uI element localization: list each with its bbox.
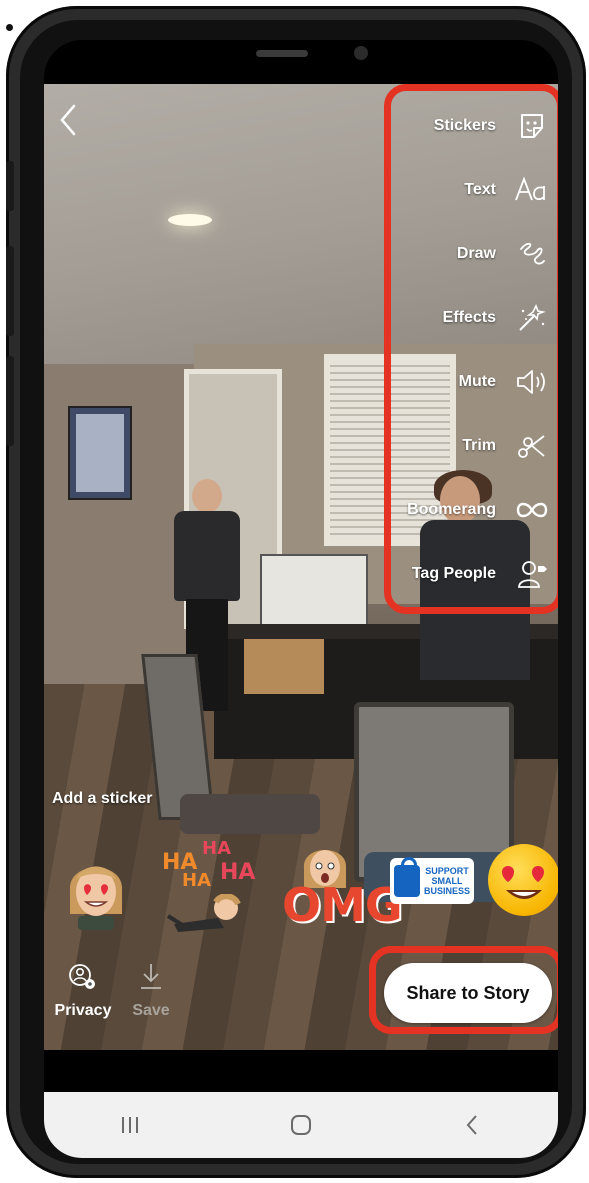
scene-ceiling-light (168, 214, 212, 226)
tool-effects[interactable]: Effects (384, 294, 552, 342)
scene-wall-poster (68, 406, 132, 500)
nav-back-button[interactable] (442, 1105, 502, 1145)
squiggle-icon (512, 234, 552, 274)
infinity-icon (512, 490, 552, 530)
privacy-button[interactable]: Privacy (48, 960, 118, 1020)
front-camera (354, 46, 368, 60)
volume-down-button (6, 356, 14, 446)
sticker-omg-bitmoji[interactable]: OMG (280, 838, 403, 938)
tool-trim[interactable]: Trim (384, 422, 552, 470)
recents-icon (121, 1117, 138, 1133)
sticker-support-small-business[interactable]: SUPPORT SMALL BUSINESS (390, 857, 474, 904)
sticker-bitmoji-heart-eyes[interactable] (64, 850, 128, 935)
tool-label: Stickers (433, 117, 496, 134)
editing-tools-panel: Stickers Text Draw Effects Mute Trim Boo… (384, 92, 558, 602)
chevron-left-icon (60, 104, 76, 136)
text-aa-icon (512, 170, 552, 210)
tool-draw[interactable]: Draw (384, 230, 552, 278)
magic-wand-icon (512, 298, 552, 338)
notch (156, 40, 448, 82)
earpiece (256, 50, 308, 57)
tool-label: Trim (462, 437, 496, 454)
tool-label: Text (464, 181, 496, 198)
tool-tag-people[interactable]: Tag People (384, 550, 552, 598)
sticker-tray: HA HA HA HA OMG SUPPORT SMALL BUSINESS (44, 838, 558, 948)
side-button (6, 161, 14, 211)
shopping-bag-icon (394, 857, 420, 897)
sticker-haha-bitmoji[interactable]: HA HA HA HA (156, 838, 266, 938)
tool-boomerang[interactable]: Boomerang (384, 486, 552, 534)
tool-label: Boomerang (407, 501, 496, 518)
scissors-icon (512, 426, 552, 466)
volume-up-button (6, 246, 14, 336)
scene-printer (260, 554, 368, 634)
back-button[interactable] (54, 102, 82, 138)
tool-mute[interactable]: Mute (384, 358, 552, 406)
speaker-icon (512, 362, 552, 402)
home-icon (290, 1115, 311, 1135)
phone-screen: Stickers Text Draw Effects Mute Trim Boo… (44, 40, 558, 1158)
share-to-story-button[interactable]: Share to Story (384, 963, 552, 1023)
add-sticker-heading: Add a sticker (52, 790, 153, 807)
screen-bottom-band (44, 1050, 558, 1092)
recents-button[interactable] (100, 1105, 160, 1145)
system-nav-bar (44, 1092, 558, 1158)
nav-back-icon (466, 1115, 478, 1135)
tool-label: Mute (458, 373, 496, 390)
save-button[interactable]: Save (116, 960, 186, 1020)
tool-text[interactable]: Text (384, 166, 552, 214)
sticker-heart-eyes-emoji[interactable] (488, 844, 558, 916)
tag-person-icon (512, 554, 552, 594)
frame-dot (6, 24, 13, 31)
save-label: Save (132, 1002, 170, 1019)
tool-stickers[interactable]: Stickers (384, 102, 552, 150)
privacy-label: Privacy (54, 1002, 112, 1019)
download-icon (116, 960, 186, 994)
home-button[interactable] (271, 1105, 331, 1145)
tool-label: Draw (456, 245, 496, 262)
tool-label: Tag People (411, 565, 496, 582)
sticker-icon (512, 106, 552, 146)
privacy-gear-icon (48, 960, 118, 994)
tool-label: Effects (442, 309, 496, 326)
